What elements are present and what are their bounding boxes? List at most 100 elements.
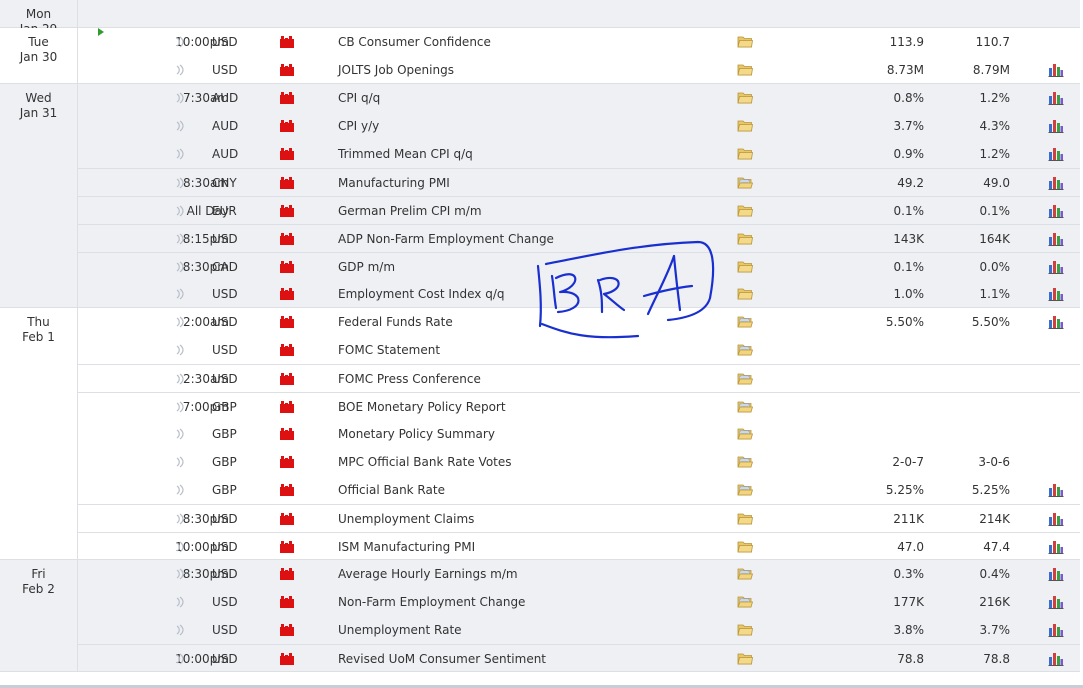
folder-icon[interactable]: [737, 169, 753, 197]
event-name[interactable]: GDP m/m: [338, 253, 395, 281]
event-name[interactable]: Manufacturing PMI: [338, 169, 450, 197]
event-name[interactable]: Trimmed Mean CPI q/q: [338, 140, 473, 168]
folder-icon[interactable]: [737, 28, 753, 56]
speaker-icon[interactable]: [176, 253, 186, 281]
bar-graph-icon[interactable]: [1048, 56, 1064, 84]
bar-graph-icon[interactable]: [1048, 645, 1064, 673]
folder-icon[interactable]: [737, 253, 753, 281]
event-name[interactable]: CB Consumer Confidence: [338, 28, 491, 56]
speaker-icon[interactable]: [176, 84, 186, 112]
bar-graph-icon[interactable]: [1048, 197, 1064, 225]
event-row[interactable]: GBP MPC Official Bank Rate Votes 2-0-7 3-0-…: [78, 448, 1080, 476]
folder-icon[interactable]: [737, 533, 753, 561]
event-name[interactable]: German Prelim CPI m/m: [338, 197, 482, 225]
event-row[interactable]: 8:30pm USD Unemployment Claims 211K 214K: [78, 504, 1080, 532]
bar-graph-icon[interactable]: [1048, 308, 1064, 336]
folder-icon[interactable]: [737, 197, 753, 225]
folder-icon[interactable]: [737, 448, 753, 476]
folder-icon[interactable]: [737, 645, 753, 673]
event-row[interactable]: 7:30am AUD CPI q/q 0.8% 1.2%: [78, 84, 1080, 112]
folder-icon[interactable]: [737, 616, 753, 644]
event-name[interactable]: MPC Official Bank Rate Votes: [338, 448, 512, 476]
speaker-icon[interactable]: [176, 28, 186, 56]
folder-icon[interactable]: [737, 588, 753, 616]
event-name[interactable]: Revised UoM Consumer Sentiment: [338, 645, 546, 673]
speaker-icon[interactable]: [176, 112, 186, 140]
event-name[interactable]: Federal Funds Rate: [338, 308, 453, 336]
speaker-icon[interactable]: [176, 420, 186, 448]
event-row[interactable]: 8:30am CNY Manufacturing PMI 49.2 49.0: [78, 168, 1080, 196]
bar-graph-icon[interactable]: [1048, 588, 1064, 616]
bar-graph-icon[interactable]: [1048, 505, 1064, 533]
speaker-icon[interactable]: [176, 336, 186, 364]
event-row[interactable]: 7:00pm GBP BOE Monetary Policy Report: [78, 392, 1080, 420]
folder-icon[interactable]: [737, 560, 753, 588]
folder-icon[interactable]: [737, 420, 753, 448]
folder-icon[interactable]: [737, 112, 753, 140]
folder-icon[interactable]: [737, 505, 753, 533]
speaker-icon[interactable]: [176, 533, 186, 561]
bar-graph-icon[interactable]: [1048, 169, 1064, 197]
event-row[interactable]: All Day EUR German Prelim CPI m/m 0.1% 0.1%: [78, 196, 1080, 224]
speaker-icon[interactable]: [176, 505, 186, 533]
event-name[interactable]: Official Bank Rate: [338, 476, 445, 504]
event-row[interactable]: 8:30pm USD Average Hourly Earnings m/m 0.3%…: [78, 560, 1080, 588]
bar-graph-icon[interactable]: [1048, 476, 1064, 504]
folder-icon[interactable]: [737, 84, 753, 112]
bar-graph-icon[interactable]: [1048, 253, 1064, 281]
speaker-icon[interactable]: [176, 140, 186, 168]
folder-icon[interactable]: [737, 365, 753, 393]
folder-icon[interactable]: [737, 393, 753, 421]
folder-icon[interactable]: [737, 280, 753, 308]
bar-graph-icon[interactable]: [1048, 112, 1064, 140]
event-name[interactable]: Unemployment Claims: [338, 505, 474, 533]
folder-icon[interactable]: [737, 56, 753, 84]
bar-graph-icon[interactable]: [1048, 140, 1064, 168]
event-name[interactable]: BOE Monetary Policy Report: [338, 393, 506, 421]
speaker-icon[interactable]: [176, 197, 186, 225]
bar-graph-icon[interactable]: [1048, 616, 1064, 644]
bar-graph-icon[interactable]: [1048, 225, 1064, 253]
speaker-icon[interactable]: [176, 588, 186, 616]
event-name[interactable]: FOMC Press Conference: [338, 365, 481, 393]
speaker-icon[interactable]: [176, 225, 186, 253]
event-name[interactable]: Employment Cost Index q/q: [338, 280, 504, 308]
event-row[interactable]: USD FOMC Statement: [78, 336, 1080, 364]
event-name[interactable]: ADP Non-Farm Employment Change: [338, 225, 554, 253]
speaker-icon[interactable]: [176, 476, 186, 504]
speaker-icon[interactable]: [176, 280, 186, 308]
speaker-icon[interactable]: [176, 169, 186, 197]
event-name[interactable]: Unemployment Rate: [338, 616, 462, 644]
folder-icon[interactable]: [737, 476, 753, 504]
speaker-icon[interactable]: [176, 616, 186, 644]
folder-icon[interactable]: [737, 336, 753, 364]
event-row[interactable]: USD Non-Farm Employment Change 177K 216K: [78, 588, 1080, 616]
event-name[interactable]: FOMC Statement: [338, 336, 440, 364]
event-row[interactable]: 10:00pm USD CB Consumer Confidence 113.9 110…: [78, 28, 1080, 56]
event-row[interactable]: 10:00pm USD Revised UoM Consumer Sentiment…: [78, 644, 1080, 672]
event-row[interactable]: AUD CPI y/y 3.7% 4.3%: [78, 112, 1080, 140]
event-row[interactable]: GBP Official Bank Rate 5.25% 5.25%: [78, 476, 1080, 504]
event-row[interactable]: USD JOLTS Job Openings 8.73M 8.79M: [78, 56, 1080, 84]
event-name[interactable]: Average Hourly Earnings m/m: [338, 560, 518, 588]
event-name[interactable]: Non-Farm Employment Change: [338, 588, 525, 616]
speaker-icon[interactable]: [176, 308, 186, 336]
event-name[interactable]: JOLTS Job Openings: [338, 56, 454, 84]
event-row[interactable]: GBP Monetary Policy Summary: [78, 420, 1080, 448]
event-name[interactable]: ISM Manufacturing PMI: [338, 533, 475, 561]
event-name[interactable]: CPI y/y: [338, 112, 379, 140]
speaker-icon[interactable]: [176, 393, 186, 421]
event-name[interactable]: Monetary Policy Summary: [338, 420, 495, 448]
speaker-icon[interactable]: [176, 645, 186, 673]
event-row[interactable]: 10:00pm USD ISM Manufacturing PMI 47.0 47.4: [78, 532, 1080, 560]
event-name[interactable]: CPI q/q: [338, 84, 380, 112]
bar-graph-icon[interactable]: [1048, 533, 1064, 561]
speaker-icon[interactable]: [176, 56, 186, 84]
event-row[interactable]: 2:30am USD FOMC Press Conference: [78, 364, 1080, 392]
speaker-icon[interactable]: [176, 560, 186, 588]
folder-icon[interactable]: [737, 308, 753, 336]
folder-icon[interactable]: [737, 225, 753, 253]
bar-graph-icon[interactable]: [1048, 560, 1064, 588]
bar-graph-icon[interactable]: [1048, 84, 1064, 112]
event-row[interactable]: AUD Trimmed Mean CPI q/q 0.9% 1.2%: [78, 140, 1080, 168]
